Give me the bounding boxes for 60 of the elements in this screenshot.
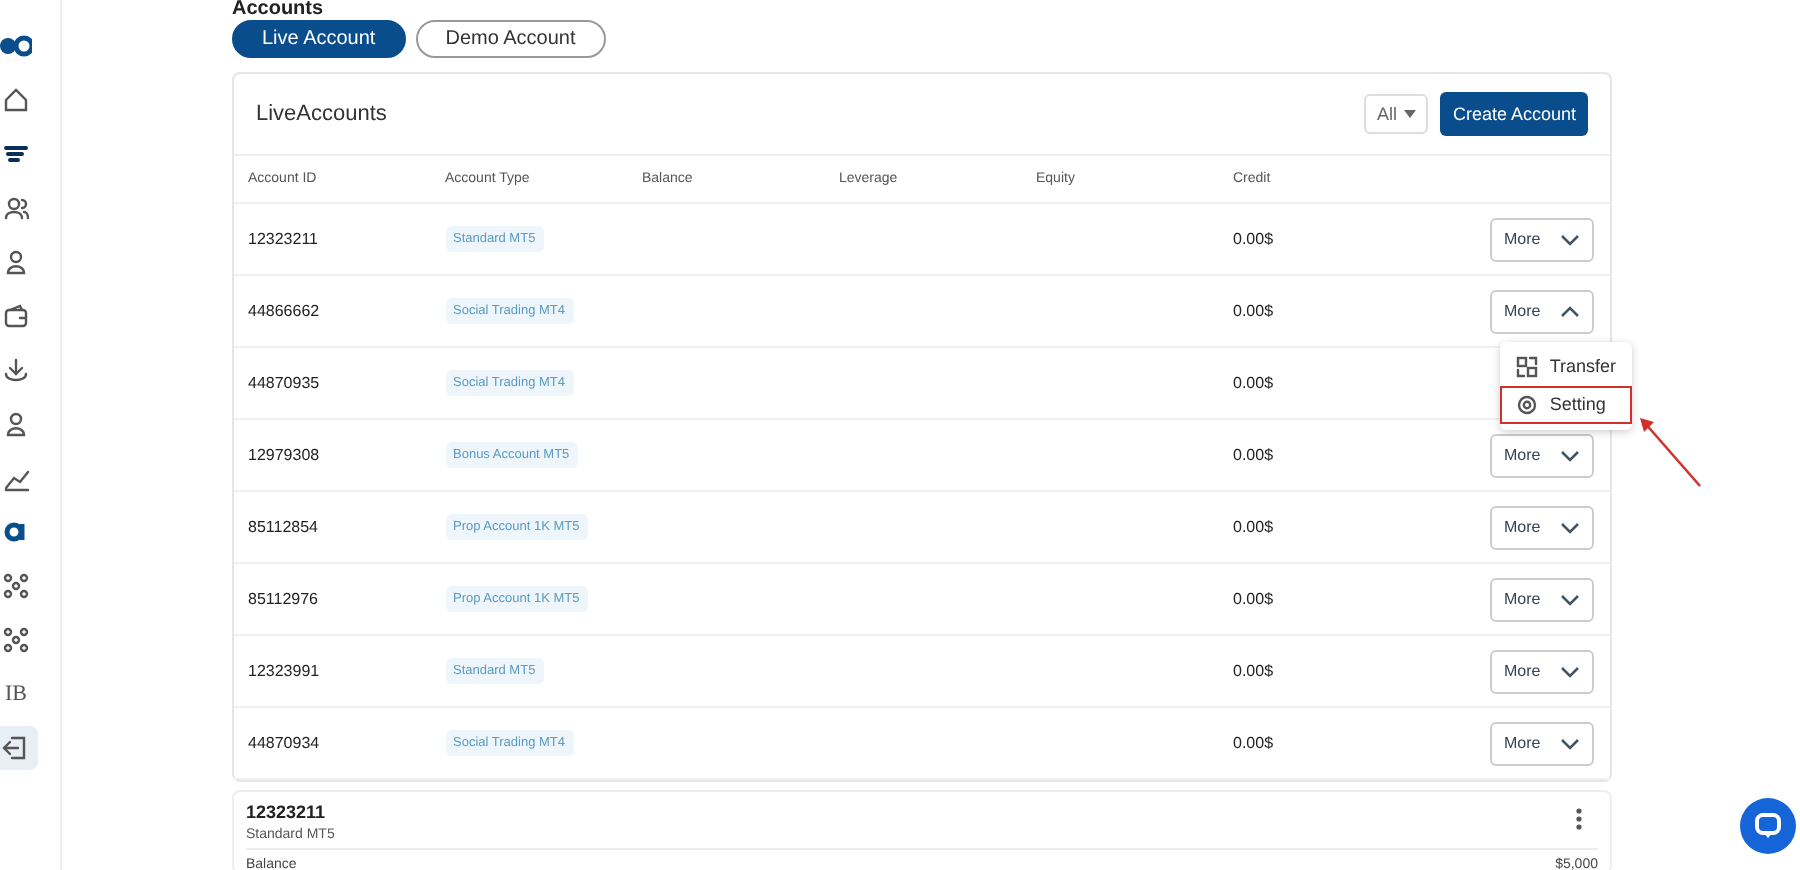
more-button[interactable]: More (1490, 721, 1594, 765)
chevron-down-icon (1560, 593, 1580, 605)
network-icon (2, 572, 30, 600)
table-cell-text: 12323991 (248, 662, 322, 680)
table-cell-text: 12979308 (248, 446, 322, 464)
table-cell-text: 44866662 (248, 302, 322, 320)
page-title: Accounts (232, 0, 326, 16)
table-cell-text: 0.00$ (1233, 230, 1276, 248)
chevron-down-icon (1560, 233, 1580, 245)
more-button[interactable]: More (1490, 433, 1594, 477)
more-button[interactable]: More (1490, 289, 1594, 333)
user-icon (2, 410, 30, 438)
card-title: LiveAccounts (256, 102, 387, 126)
table-cell-text: 44870935 (248, 374, 322, 392)
kebab-icon (1576, 808, 1582, 830)
chevron-down-icon (1560, 449, 1580, 461)
table-cell-text: 85112976 (248, 590, 320, 608)
network-icon (2, 626, 30, 654)
more-button[interactable]: More (1490, 505, 1594, 549)
logo-icon (0, 32, 32, 60)
table-cell-text: 0.00$ (1233, 590, 1276, 608)
chevron-down-icon (1560, 521, 1580, 533)
chevron-down-icon (1560, 737, 1580, 749)
menu-item[interactable]: Transfer (1499, 347, 1632, 385)
chevron-up-icon (1560, 305, 1580, 317)
download-icon (2, 356, 30, 384)
table-cell-text: 0.00$ (1233, 734, 1276, 752)
sidebar-item[interactable] (0, 726, 38, 770)
users-icon (2, 194, 30, 222)
wallet-icon (2, 302, 30, 330)
sidebar-item[interactable]: IB (0, 672, 38, 716)
menu-item[interactable]: Setting (1499, 385, 1632, 423)
table-cell-text: 12323211 (248, 230, 320, 248)
table-cell-text: 0.00$ (1233, 374, 1276, 392)
chevron-down-icon (1560, 665, 1580, 677)
transfer-icon (1515, 355, 1538, 377)
more-button[interactable]: More (1490, 577, 1594, 621)
chat-icon (1754, 812, 1782, 840)
account-tab[interactable]: Demo Account (415, 20, 606, 58)
caret-icon (1404, 110, 1417, 118)
user-icon (2, 248, 30, 276)
table-cell-text: 0.00$ (1233, 662, 1276, 680)
filter-dropdown[interactable]: All (1364, 94, 1429, 134)
table-cell-text: 0.00$ (1233, 446, 1276, 464)
home-icon (2, 86, 30, 114)
chat-button[interactable] (1740, 798, 1796, 854)
more-button[interactable]: More (1490, 217, 1594, 261)
account-tab[interactable]: Live Account (232, 20, 406, 58)
table-cell-text: 85112854 (248, 518, 320, 536)
annotation-arrow (1640, 417, 1701, 486)
table-cell-text: 0.00$ (1233, 302, 1276, 320)
lines-icon (2, 140, 30, 168)
logout-icon (2, 734, 30, 762)
brand-icon (2, 518, 30, 546)
more-button[interactable]: More (1490, 649, 1594, 693)
table-cell-text: 44870934 (248, 734, 322, 752)
gear-icon (1515, 393, 1538, 415)
table-cell-text: 0.00$ (1233, 518, 1276, 536)
create-account-button[interactable]: Create Account (1440, 92, 1588, 136)
account-id: 12323211 (246, 802, 328, 822)
